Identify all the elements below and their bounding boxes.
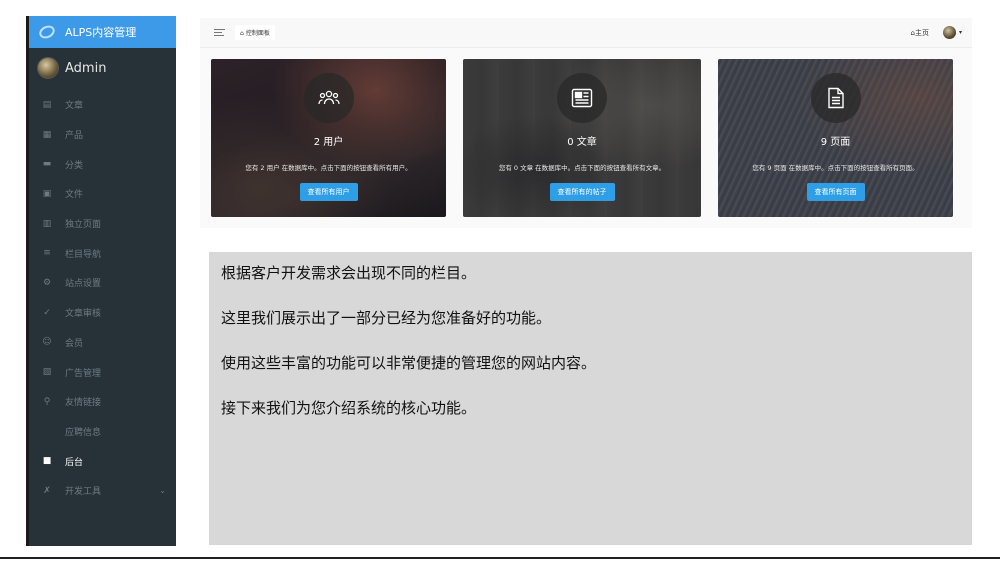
sidebar-item-label: 分类 (65, 160, 84, 171)
view-all-pages-button[interactable]: 查看所有页面 (806, 183, 865, 201)
sidebar-item-articles[interactable]: ▤ 文章 (29, 90, 176, 120)
sidebar-item-label: 文件 (65, 190, 84, 201)
product-icon: ▦ (42, 129, 52, 140)
sidebar-item-products[interactable]: ▦ 产品 (29, 120, 176, 150)
page-icon (810, 73, 861, 123)
sidebar-item-label: 广告管理 (65, 368, 102, 379)
brand-title: ALPS内容管理 (65, 26, 137, 39)
card-title: 9 页面 (820, 137, 851, 148)
sidebar-item-label: 友情链接 (65, 398, 102, 409)
document-icon: ▤ (42, 99, 52, 110)
home-link[interactable]: ⌂主页 (911, 28, 929, 38)
user-name: Admin (65, 60, 107, 76)
sidebar-item-review[interactable]: ✓ 文章审核 (29, 298, 176, 328)
stats-cards: 2 用户 您有 2 用户 在数据库中。点击下面的按钮查看所有用户。 查看所有用户… (200, 48, 972, 228)
sidebar-item-label: 会员 (65, 338, 84, 349)
sidebar-item-categories[interactable]: ▬ 分类 (29, 149, 176, 179)
card-title: 0 文章 (567, 137, 597, 148)
card-pages: 9 页面 您有 9 页面 在数据库中。点击下面的按钮查看所有页面。 查看所有页面 (718, 59, 953, 217)
card-articles: 0 文章 您有 0 文章 在数据库中。点击下面的按钮查看所有文章。 查看所有的帖… (463, 59, 701, 217)
sidebar-item-settings[interactable]: ⚙ 站点设置 (29, 268, 176, 298)
divider (0, 557, 1000, 559)
gear-icon: ⚙ (42, 277, 52, 288)
sidebar-item-dashboard[interactable]: ■ 后台 (29, 446, 176, 476)
sidebar-item-label: 栏目导航 (65, 249, 102, 260)
brand-header[interactable]: ALPS内容管理 (29, 16, 176, 48)
logo-icon (37, 23, 57, 41)
link-icon: ⚲ (43, 396, 51, 407)
page-icon: ▥ (42, 218, 52, 229)
user-avatar-button[interactable] (942, 26, 956, 39)
sidebar-item-label: 文章审核 (65, 309, 102, 320)
folder-icon: ▬ (42, 159, 52, 170)
sidebar-item-ads[interactable]: ▧ 广告管理 (29, 357, 176, 387)
intro-line: 接下来我们为您介绍系统的核心功能。 (221, 399, 477, 417)
avatar (37, 57, 59, 79)
breadcrumb[interactable]: ⌂ 控制面板 (235, 25, 275, 40)
sidebar-item-navigation[interactable]: ≡ 栏目导航 (29, 238, 176, 268)
top-right: ⌂主页 ▾ (911, 26, 962, 39)
card-title: 2 用户 (313, 137, 344, 148)
sidebar-menu: ▤ 文章 ▦ 产品 ▬ 分类 ▣ 文件 ▥ 独立页面 ≡ 栏目导航 ⚙ 站点设置 ✓ 文章审核 … (29, 88, 176, 506)
sidebar-item-label: 文章 (65, 101, 84, 112)
caret-down-icon[interactable]: ▾ (959, 29, 962, 36)
intro-line: 使用这些丰富的功能可以非常便捷的管理您的网站内容。 (221, 354, 597, 372)
card-description: 您有 9 页面 在数据库中。点击下面的按钮查看所有页面。 (752, 164, 919, 172)
sidebar-item-members[interactable]: ☺ 会员 (29, 328, 176, 358)
sidebar-item-files[interactable]: ▣ 文件 (29, 179, 176, 209)
sidebar-item-jobs[interactable]: 应聘信息 (29, 417, 176, 447)
sidebar-item-label: 后台 (65, 457, 84, 468)
intro-line: 根据客户开发需求会出现不同的栏目。 (221, 264, 477, 282)
check-icon: ✓ (43, 307, 51, 318)
card-users: 2 用户 您有 2 用户 在数据库中。点击下面的按钮查看所有用户。 查看所有用户 (211, 59, 446, 217)
sidebar-item-label: 应聘信息 (65, 427, 102, 438)
intro-text-panel: 根据客户开发需求会出现不同的栏目。 这里我们展示出了一部分已经为您准备好的功能。… (209, 252, 972, 545)
sidebar-item-label: 站点设置 (65, 279, 102, 290)
menu-toggle-icon[interactable] (214, 29, 225, 36)
list-icon: ≡ (43, 248, 51, 259)
sidebar: ALPS内容管理 Admin ▤ 文章 ▦ 产品 ▬ 分类 ▣ 文件 ▥ 独立页面 ≡ 栏目… (26, 16, 176, 546)
file-icon: ▣ (42, 188, 52, 199)
sidebar-item-devtools[interactable]: ✗ 开发工具 ⌄ (29, 476, 176, 506)
tools-icon: ✗ (43, 485, 51, 496)
home-label: 主页 (914, 28, 929, 37)
intro-line: 这里我们展示出了一部分已经为您准备好的功能。 (221, 309, 552, 327)
sidebar-item-label: 独立页面 (65, 220, 102, 231)
top-bar: ⌂ 控制面板 ⌂主页 ▾ (200, 18, 972, 48)
briefcase-icon: ■ (42, 456, 52, 467)
card-description: 您有 0 文章 在数据库中。点击下面的按钮查看所有文章。 (498, 164, 666, 172)
user-panel[interactable]: Admin (29, 48, 176, 88)
users-icon (303, 73, 354, 123)
sidebar-item-pages[interactable]: ▥ 独立页面 (29, 209, 176, 239)
smile-icon: ☺ (42, 337, 52, 348)
breadcrumb-label: 控制面板 (245, 30, 270, 37)
sidebar-item-links[interactable]: ⚲ 友情链接 (29, 387, 176, 417)
image-icon: ▧ (42, 367, 52, 378)
sidebar-item-label: 开发工具 (65, 487, 102, 498)
sidebar-item-label: 产品 (65, 131, 84, 142)
chevron-down-icon: ⌄ (159, 486, 166, 496)
view-all-posts-button[interactable]: 查看所有的帖子 (549, 183, 615, 201)
dashboard-icon: ⌂ (240, 30, 244, 37)
view-all-users-button[interactable]: 查看所有用户 (299, 183, 358, 201)
newspaper-icon (557, 73, 607, 123)
card-description: 您有 2 用户 在数据库中。点击下面的按钮查看所有用户。 (245, 164, 412, 172)
